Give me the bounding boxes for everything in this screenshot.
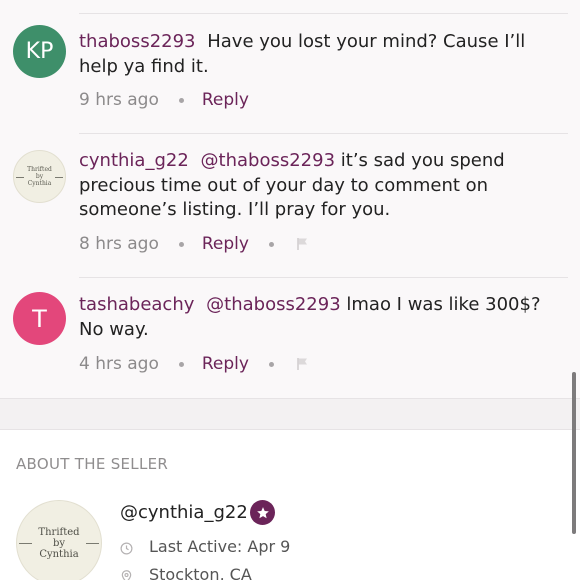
seller-username[interactable]: @cynthia_g22 (120, 502, 248, 523)
last-active-row: Last Active: Apr 9 (120, 537, 290, 556)
separator-dot (178, 361, 184, 367)
logo-line: Cynthia (27, 180, 52, 187)
comment-mention[interactable]: @thaboss2293 (201, 150, 336, 171)
about-seller-section: ABOUT THE SELLER Thrifted by Cynthia @cy… (0, 430, 580, 580)
comment-meta: 4 hrs ago Reply (79, 354, 310, 374)
reply-button[interactable]: Reply (202, 234, 249, 254)
reply-button[interactable]: Reply (202, 90, 249, 110)
reply-button[interactable]: Reply (202, 354, 249, 374)
divider (79, 277, 568, 278)
avatar[interactable]: KP (13, 25, 66, 78)
comment-username[interactable]: thaboss2293 (79, 31, 196, 52)
comment-body: tashabeachy @thaboss2293 lmao I was like… (79, 293, 568, 342)
clock-icon (120, 540, 133, 555)
last-active-text: Last Active: Apr 9 (149, 537, 291, 556)
logo-line: by (52, 537, 66, 549)
location-text: Stockton, CA (149, 565, 252, 580)
comment-body: cynthia_g22 @thaboss2293 it’s sad you sp… (79, 149, 568, 223)
logo-line: Cynthia (39, 548, 79, 560)
comments-section: KP thaboss2293 Have you lost your mind? … (0, 0, 580, 398)
section-title: ABOUT THE SELLER (16, 455, 169, 473)
avatar-logo: Thrifted by Cynthia (17, 527, 101, 560)
comment-username[interactable]: cynthia_g22 (79, 150, 189, 171)
logo-line: by (35, 173, 44, 180)
comment-time: 4 hrs ago (79, 354, 159, 374)
seller-avatar[interactable]: Thrifted by Cynthia (16, 500, 102, 580)
avatar-logo: Thrifted by Cynthia (14, 166, 65, 187)
logo-line: Thrifted (27, 166, 52, 173)
comment-username[interactable]: tashabeachy (79, 294, 194, 315)
flag-icon[interactable] (296, 357, 310, 371)
avatar[interactable]: T (13, 292, 66, 345)
comment-meta: 8 hrs ago Reply (79, 234, 310, 254)
comment-time: 9 hrs ago (79, 90, 159, 110)
avatar[interactable]: Thrifted by Cynthia (13, 150, 66, 203)
location-row: Stockton, CA (120, 565, 252, 580)
flag-icon[interactable] (296, 237, 310, 251)
divider (79, 133, 568, 134)
section-gap (0, 398, 580, 430)
logo-line: Thrifted (38, 526, 80, 538)
star-badge-icon (250, 500, 275, 525)
comment-meta: 9 hrs ago Reply (79, 90, 249, 110)
comment-body: thaboss2293 Have you lost your mind? Cau… (79, 30, 568, 79)
comment-time: 8 hrs ago (79, 234, 159, 254)
divider (79, 13, 568, 14)
comment-mention[interactable]: @thaboss2293 (206, 294, 341, 315)
separator-dot (178, 97, 184, 103)
scrollbar[interactable] (572, 372, 576, 534)
separator-dot (178, 241, 184, 247)
separator-dot (268, 361, 274, 367)
separator-dot (268, 241, 274, 247)
location-pin-icon (120, 568, 133, 580)
